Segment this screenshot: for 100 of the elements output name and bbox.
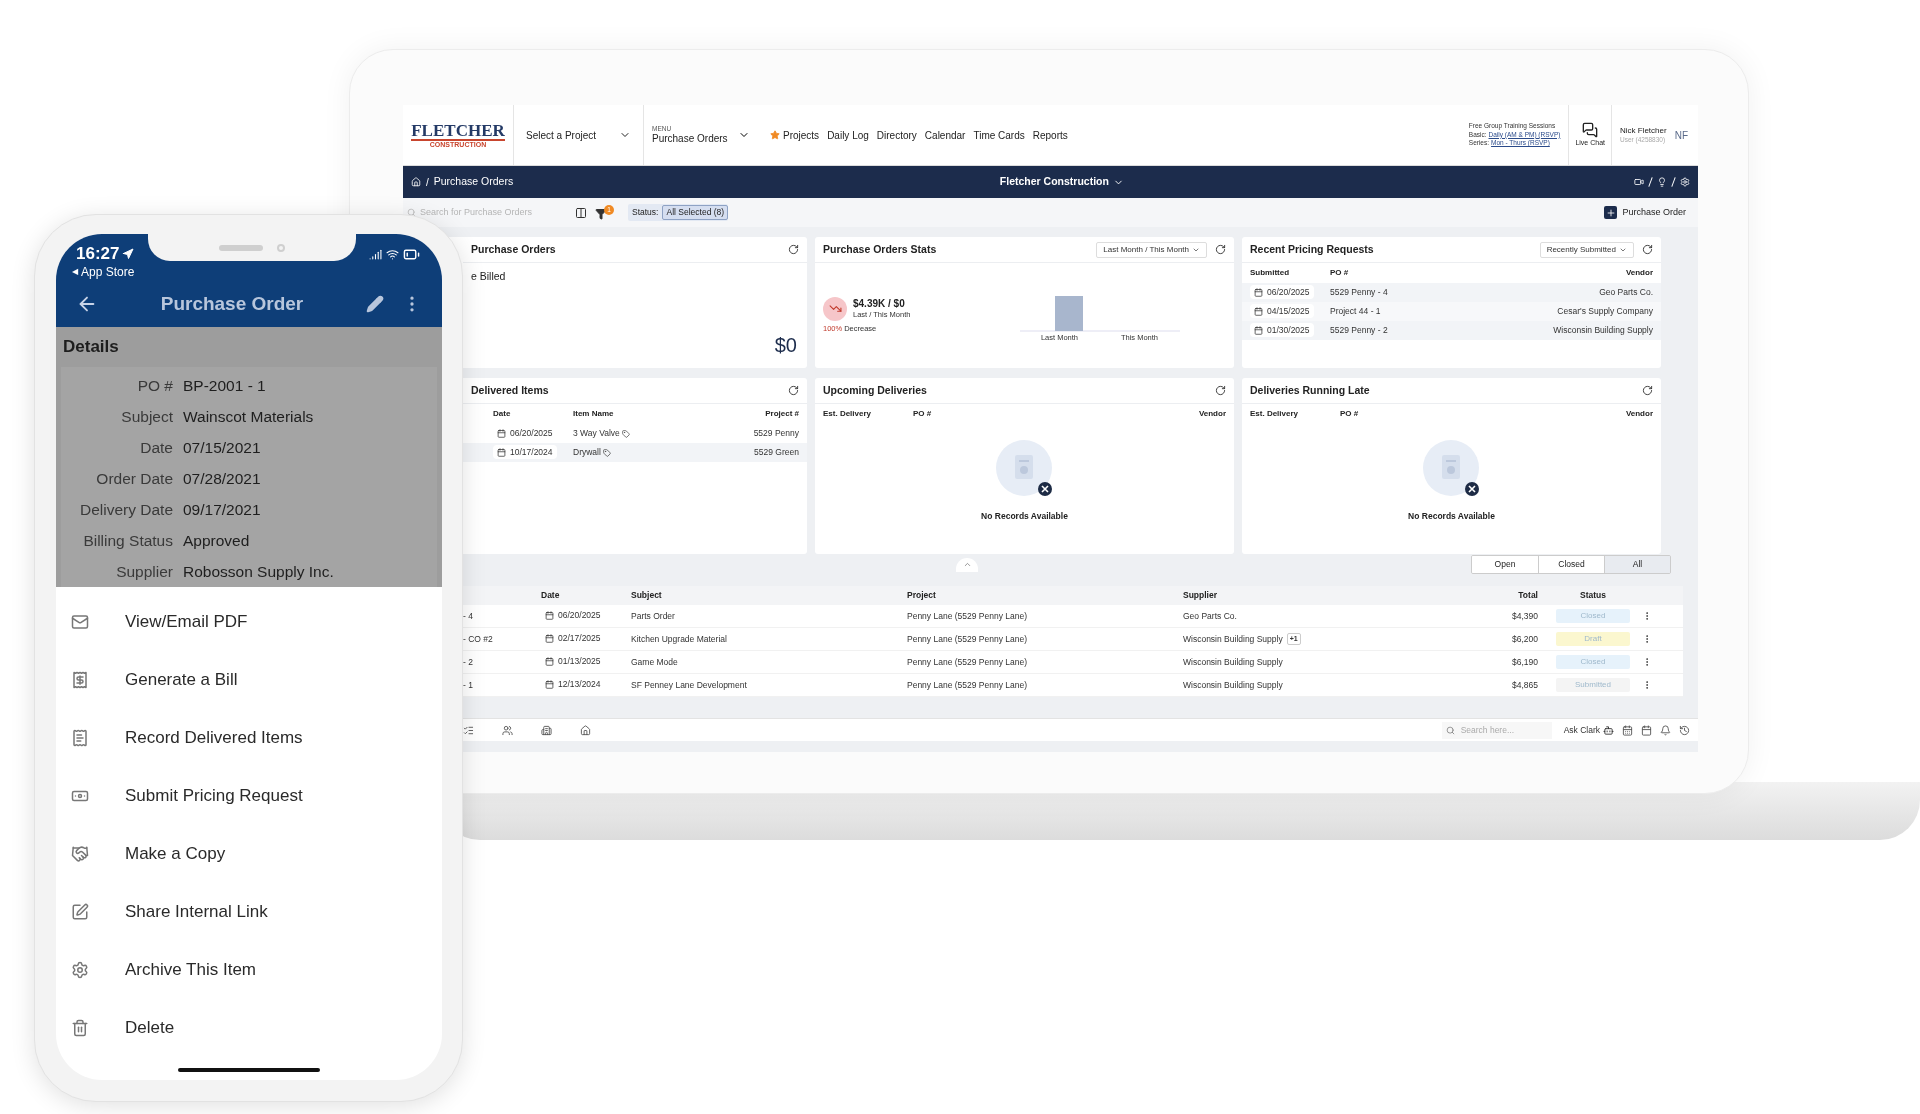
video-icon[interactable]: [1634, 177, 1644, 187]
action-menu-item[interactable]: Submit Pricing Request: [56, 767, 442, 825]
lightbulb-icon[interactable]: [1657, 177, 1667, 187]
table-cell-text: 5529 Penny: [752, 427, 799, 440]
users-icon[interactable]: [502, 724, 513, 736]
date-text: 04/15/2025: [1267, 304, 1310, 318]
field-value: 07/15/2021: [183, 437, 261, 458]
empty-message: No Records Available: [981, 510, 1068, 523]
edit-icon[interactable]: [366, 295, 384, 313]
status-badge: Draft: [1556, 632, 1630, 646]
screen-title: Purchase Order: [159, 291, 305, 316]
calendar-icon[interactable]: [1641, 724, 1652, 736]
nav-link[interactable]: Calendar: [924, 127, 966, 143]
table-cell-text: Cesar's Supply Company: [1556, 305, 1653, 318]
bell-icon[interactable]: [1660, 724, 1671, 736]
handshake-icon: [71, 845, 89, 863]
filter-tab[interactable]: All: [1604, 556, 1670, 573]
table-cell-text: - 2: [463, 655, 474, 669]
field-label: Billing Status: [82, 530, 173, 551]
refresh-icon[interactable]: [788, 244, 799, 255]
action-menu-item[interactable]: Make a Copy: [56, 825, 442, 883]
nav-link[interactable]: Time Cards: [973, 127, 1025, 143]
table-cell-text: Kitchen Upgrade Material: [631, 632, 728, 646]
chat-icon: [1582, 121, 1599, 138]
refresh-icon[interactable]: [1642, 385, 1653, 396]
nav-link[interactable]: Projects: [770, 127, 820, 143]
table-cell: Drywall: [573, 446, 601, 459]
refresh-icon[interactable]: [1215, 244, 1226, 255]
home-icon[interactable]: [411, 177, 421, 187]
filter-tab[interactable]: Open: [1472, 556, 1538, 573]
column-header: PO #: [1330, 267, 1350, 279]
column-header: Vendor: [1624, 267, 1653, 279]
status-time: 16:27: [76, 243, 120, 266]
status-badge: Closed: [1556, 655, 1630, 669]
table-cell-text: Geo Parts Co.: [1598, 286, 1653, 299]
action-menu-item[interactable]: Share Internal Link: [56, 883, 442, 941]
user-initials[interactable]: NF: [1674, 127, 1698, 143]
refresh-icon[interactable]: [788, 385, 799, 396]
breadcrumb[interactable]: Purchase Orders: [433, 174, 834, 190]
refresh-icon[interactable]: [1642, 244, 1653, 255]
house-icon[interactable]: [580, 724, 591, 736]
plus-icon: [1604, 206, 1618, 219]
back-to-app-link[interactable]: App Store: [81, 266, 135, 278]
table-cell: Wisconsin Building Supply: [1183, 678, 1283, 692]
field-label: Supplier: [115, 561, 173, 582]
date-text: 06/20/2025: [510, 426, 553, 440]
search-icon: [407, 208, 416, 217]
search-icon: [1445, 725, 1455, 735]
filter-tab[interactable]: Closed: [1538, 556, 1604, 573]
table-cell-text: 5529 Penny - 2: [1330, 324, 1389, 337]
column-header: PO #: [1340, 408, 1360, 420]
assistant-button[interactable]: Ask Clark: [1563, 723, 1614, 737]
filter-icon[interactable]: [595, 208, 607, 220]
board-icon[interactable]: [575, 206, 587, 219]
project-select[interactable]: Select a Project: [513, 105, 643, 165]
range-dropdown[interactable]: Last Month / This Month: [1096, 241, 1207, 258]
checklist-icon[interactable]: [463, 724, 474, 736]
new-purchase-order-button[interactable]: Purchase Order: [1604, 205, 1694, 220]
action-menu-item[interactable]: Record Delivered Items: [56, 709, 442, 767]
location-icon: [122, 248, 135, 260]
calendar-icon: [545, 680, 554, 690]
nav-link[interactable]: Directory: [876, 127, 917, 143]
envelope-icon: [71, 613, 89, 631]
table-cell: Geo Parts Co.: [1183, 609, 1237, 623]
date-text: 06/20/2025: [558, 609, 601, 622]
calendar-icon: [497, 447, 506, 457]
status-badge: Closed: [1556, 609, 1630, 623]
card-title: Upcoming Deliveries: [823, 382, 927, 398]
column-header: Est. Delivery: [1250, 408, 1300, 420]
field-value: Wainscot Materials: [183, 406, 314, 427]
speaker-grille: [219, 244, 263, 251]
date-text: 12/13/2024: [558, 678, 601, 691]
table-cell-text: $4,865: [1511, 678, 1539, 692]
table-cell-text: - 1: [463, 678, 474, 692]
card-subtitle: e Billed: [470, 269, 507, 284]
history-icon[interactable]: [1679, 724, 1690, 736]
empty-message: No Records Available: [1408, 510, 1495, 523]
settings-icon[interactable]: [1680, 177, 1690, 187]
building-icon[interactable]: [541, 724, 552, 736]
action-menu-item[interactable]: Delete: [56, 999, 442, 1057]
company-switcher[interactable]: Fletcher Construction: [999, 174, 1124, 190]
column-header: Status: [1579, 589, 1607, 602]
nav-link[interactable]: Daily Log: [827, 127, 869, 143]
column-header: Total: [1517, 589, 1539, 602]
refresh-icon[interactable]: [1215, 385, 1226, 396]
card-title: Purchase Orders Stats: [823, 241, 937, 257]
table-cell-text: $6,200: [1511, 632, 1539, 646]
status-filter[interactable]: Status: All Selected (8): [628, 204, 728, 221]
field-value: BP-2001 - 1: [183, 375, 266, 396]
calendar-icon[interactable]: [1622, 724, 1633, 736]
trend-down-icon: [823, 296, 847, 321]
action-menu-item[interactable]: Generate a Bill: [56, 651, 442, 709]
sort-dropdown[interactable]: Recently Submitted: [1539, 241, 1634, 258]
nav-link[interactable]: Reports: [1032, 127, 1068, 143]
action-menu-item[interactable]: Archive This Item: [56, 941, 442, 999]
action-menu-item[interactable]: View/Email PDF: [56, 593, 442, 651]
card-title: Purchase Orders: [471, 241, 556, 257]
table-cell-text: Game Mode: [631, 655, 679, 669]
date-text: 01/13/2025: [558, 655, 601, 668]
card-title: Delivered Items: [471, 382, 549, 398]
